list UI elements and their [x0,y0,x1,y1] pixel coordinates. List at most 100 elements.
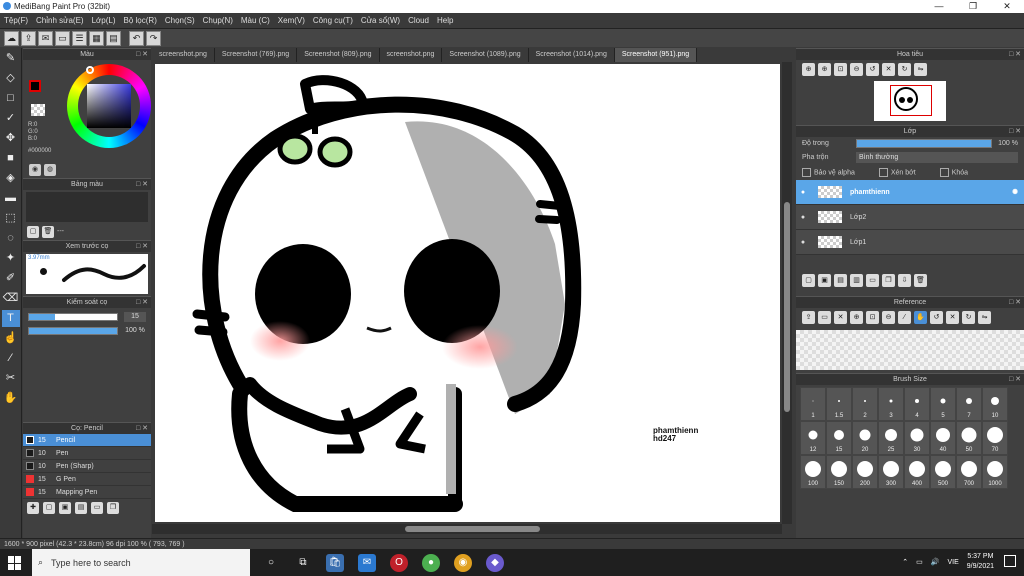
menu-snap[interactable]: Chụp(N) [199,16,237,25]
cloud-icon[interactable]: ☁ [4,30,19,46]
close-reference-icon[interactable]: ✕ [834,311,847,324]
coccoc-icon[interactable]: ● [422,553,440,572]
move-tool-icon[interactable]: ✥ [1,130,20,147]
reset-icon[interactable]: ✕ [946,311,959,324]
chat-icon[interactable]: ▭ [55,30,70,46]
visibility-icon[interactable]: ● [796,239,810,246]
brush-size-cell[interactable]: 7 [956,387,982,421]
brush-size-cell[interactable]: 150 [826,455,852,489]
brush-item[interactable]: 10 Pen (Sharp) [23,460,151,473]
taskbar-search-box[interactable]: ⌕ Type here to search [32,549,250,576]
rotate-left-icon[interactable]: ↺ [930,311,943,324]
store-icon[interactable]: 🛍 [326,553,344,572]
menu-tools[interactable]: Công cụ(T) [309,16,357,25]
brush-size-cell[interactable]: 2 [852,387,878,421]
text-tool-icon[interactable]: T [1,310,20,327]
menu-window[interactable]: Cửa sổ(W) [357,16,404,25]
windows-start-icon[interactable] [8,556,22,570]
close-button[interactable]: ✕ [990,0,1024,13]
folder-open-icon[interactable]: ▭ [818,311,831,324]
panel-close-icon[interactable]: □ ✕ [1009,49,1021,61]
select-tool-icon[interactable]: ⬚ [1,210,20,227]
open-reference-icon[interactable]: ⇪ [802,311,815,324]
zoom-out-icon[interactable]: ⊖ [882,311,895,324]
hand-tool-icon[interactable]: ✋ [1,390,20,407]
rotate-right-icon[interactable]: ↻ [898,63,911,76]
palette-mode-icon[interactable]: ◉ [29,164,41,176]
layer-item[interactable]: ● Lớp1 [796,230,1024,255]
layer-opacity-slider[interactable] [856,139,993,148]
brush-size-cell[interactable]: 500 [930,455,956,489]
brush-item[interactable]: 15 G Pen [23,473,151,486]
comment-icon[interactable]: ✉ [38,30,53,46]
medibang-icon[interactable]: ◆ [486,553,504,572]
menu-color[interactable]: Màu (C) [237,16,274,25]
menu-filter[interactable]: Bộ lọc(R) [120,16,161,25]
brush-size-cell[interactable]: 20 [852,421,878,455]
upload-icon[interactable]: ⇪ [21,30,36,46]
layer-item[interactable]: ● phamthienn ✺ [796,180,1024,205]
brush-size-cell[interactable]: 30 [904,421,930,455]
select-pen-tool-icon[interactable]: ✐ [1,270,20,287]
add-color-icon[interactable]: ▢ [27,226,39,238]
notification-icon[interactable] [1004,555,1016,567]
network-icon[interactable]: ▭ [916,558,923,566]
palette-area[interactable] [26,192,148,222]
brush-size-cell[interactable]: 1000 [982,455,1008,489]
dot-tool-icon[interactable]: □ [1,90,20,107]
eyedropper-icon[interactable]: ⁄ [898,311,911,324]
menu-edit[interactable]: Chỉnh sửa(E) [32,16,88,25]
brush-size-cell[interactable]: 300 [878,455,904,489]
tab-document[interactable]: Screenshot (769).png [215,48,298,62]
duplicate-icon[interactable]: ❐ [107,502,119,514]
panel-close-icon[interactable]: □ ✕ [1009,126,1021,138]
fit-icon[interactable]: ⊡ [834,63,847,76]
brush-item[interactable]: 10 Pen [23,447,151,460]
zoom-out-icon[interactable]: ⊖ [850,63,863,76]
minimize-button[interactable]: — [922,0,956,13]
chrome-icon[interactable]: ◉ [454,553,472,572]
hue-knob[interactable] [86,66,94,74]
opera-icon[interactable]: O [390,553,408,572]
layer-menu-icon[interactable]: ▥ [850,274,863,287]
bucket-tool-icon[interactable]: ◈ [1,170,20,187]
import-brush-icon[interactable]: ▣ [59,502,71,514]
menu-layer[interactable]: Lớp(L) [88,16,120,25]
panel-close-icon[interactable]: □ ✕ [136,241,148,253]
visibility-icon[interactable]: ● [796,189,810,196]
maximize-button[interactable]: ❐ [956,0,990,13]
brush-settings-icon[interactable]: ▤ [75,502,87,514]
brush-size-cell[interactable]: 40 [930,421,956,455]
tab-document[interactable]: Screenshot (809).png [297,48,380,62]
panel-close-icon[interactable]: □ ✕ [136,297,148,309]
background-color-swatch[interactable] [31,104,45,116]
saturation-square[interactable] [87,84,131,128]
list-icon[interactable]: ☰ [72,30,87,46]
blend-select[interactable]: Bình thường [856,152,1018,163]
tab-document[interactable]: Screenshot (1014).png [529,48,615,62]
new-halftone-layer-icon[interactable]: ▣ [818,274,831,287]
color-wheel[interactable] [67,64,151,148]
brush-size-cell[interactable]: 10 [982,387,1008,421]
lasso-tool-icon[interactable]: ◌ [1,230,20,247]
redo-icon[interactable]: ↷ [146,30,161,46]
undo-icon[interactable]: ↶ [129,30,144,46]
eyedropper-tool-icon[interactable]: ⁄ [1,350,20,367]
duplicate-layer-icon[interactable]: ❐ [882,274,895,287]
brush-item[interactable]: 15 Mapping Pen [23,486,151,499]
hand-icon[interactable]: ✋ [914,311,927,324]
tab-document[interactable]: screenshot.png [152,48,215,62]
brush-tool-icon[interactable]: ✎ [1,50,20,67]
tab-document[interactable]: screenshot.png [380,48,443,62]
reset-icon[interactable]: ✕ [882,63,895,76]
clipping-checkbox[interactable]: Xén bớt [879,168,916,177]
fit-icon[interactable]: ⊡ [866,311,879,324]
brush-size-cell[interactable]: 200 [852,455,878,489]
reference-canvas[interactable] [796,330,1024,370]
grid-icon[interactable]: ▦ [89,30,104,46]
panel-close-icon[interactable]: □ ✕ [1009,297,1021,309]
brush-size-cell[interactable]: 50 [956,421,982,455]
layer-item[interactable]: ● Lớp2 [796,205,1024,230]
delete-color-icon[interactable]: 🗑 [42,226,54,238]
drawing-canvas[interactable]: phamthienn hd247 [155,64,780,522]
